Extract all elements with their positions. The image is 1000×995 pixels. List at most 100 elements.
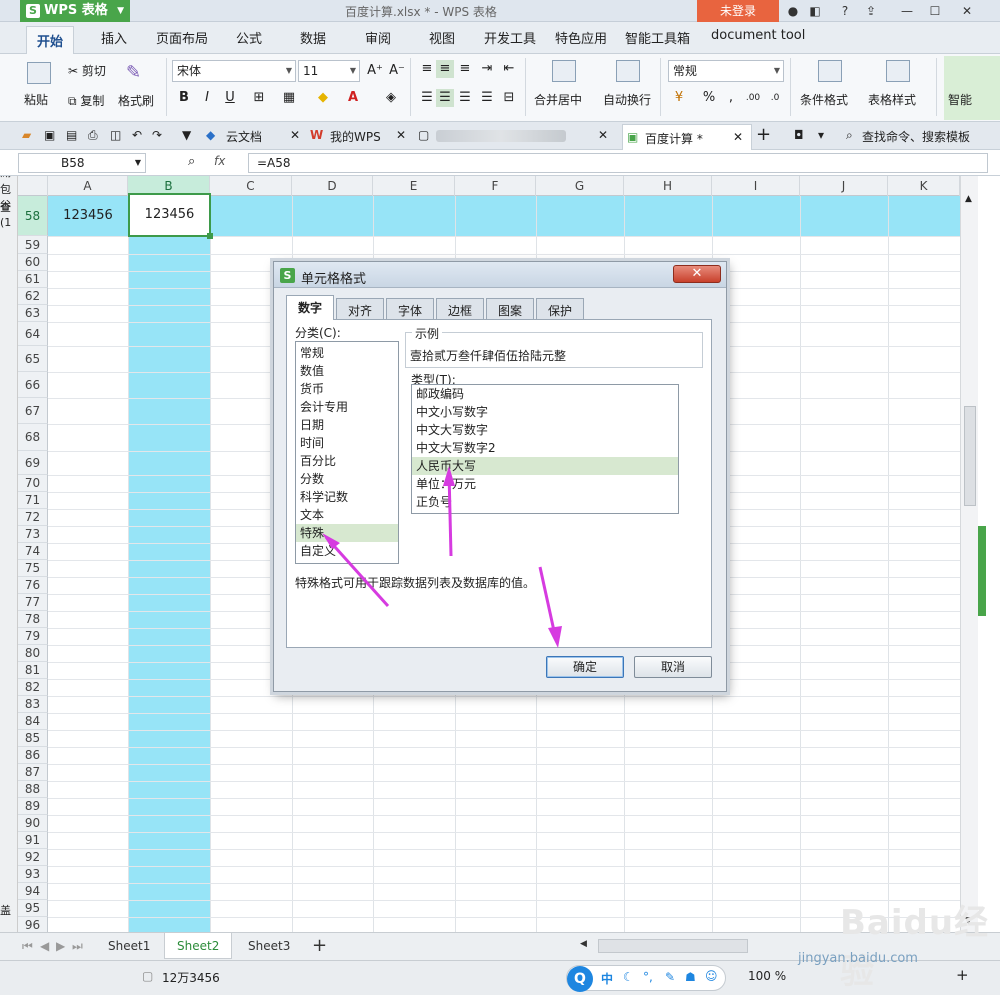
- bold-icon[interactable]: B: [175, 89, 193, 107]
- tab-sheet2[interactable]: Sheet2: [164, 933, 233, 959]
- tab-smart-toolbox[interactable]: 智能工具箱: [625, 28, 690, 47]
- column-header[interactable]: D: [292, 176, 373, 196]
- column-header[interactable]: K: [888, 176, 960, 196]
- category-item[interactable]: 日期: [296, 416, 398, 434]
- align-right-icon[interactable]: ☰: [456, 89, 474, 107]
- moon-icon[interactable]: ☾: [623, 970, 634, 984]
- row-header[interactable]: 91: [18, 832, 48, 849]
- merge-center-button[interactable]: 合并居中: [534, 91, 582, 108]
- new-tab-icon[interactable]: +: [756, 124, 771, 145]
- row-header[interactable]: 63: [18, 305, 48, 322]
- row-header[interactable]: 96: [18, 917, 48, 932]
- punct-icon[interactable]: °,: [643, 970, 653, 984]
- tab-developer[interactable]: 开发工具: [484, 28, 536, 47]
- align-middle-icon[interactable]: ≡: [436, 60, 454, 78]
- zoom-level[interactable]: 100 %: [748, 969, 786, 983]
- row-header[interactable]: 61: [18, 271, 48, 288]
- prev-sheet-icon[interactable]: ◀: [40, 939, 49, 953]
- number-format-select[interactable]: 常规 ▼: [668, 60, 784, 82]
- row-header[interactable]: 86: [18, 747, 48, 764]
- close-icon[interactable]: ✕: [396, 128, 406, 142]
- row-header[interactable]: 85: [18, 730, 48, 747]
- format-painter-button[interactable]: 格式刷: [118, 92, 154, 109]
- vertical-scrollbar[interactable]: ▲ ▼: [960, 176, 978, 932]
- percent-icon[interactable]: %: [700, 89, 718, 107]
- category-item[interactable]: 自定义: [296, 542, 398, 560]
- dialog-tab-border[interactable]: 边框: [436, 298, 484, 319]
- tab-insert[interactable]: 插入: [101, 28, 127, 47]
- restore-icon[interactable]: ⇪: [862, 2, 880, 20]
- merge-style-icon[interactable]: ▦: [280, 89, 298, 107]
- type-item[interactable]: 单位：万元: [412, 475, 678, 493]
- tab-my-wps[interactable]: 我的WPS: [330, 128, 381, 145]
- close-icon[interactable]: ✕: [733, 130, 743, 144]
- thousands-icon[interactable]: ,: [722, 89, 740, 107]
- row-header[interactable]: 88: [18, 781, 48, 798]
- row-header[interactable]: 93: [18, 866, 48, 883]
- row-header[interactable]: 74: [18, 543, 48, 560]
- row-header[interactable]: 84: [18, 713, 48, 730]
- indent-icon[interactable]: ⇥: [478, 60, 496, 78]
- category-item[interactable]: 时间: [296, 434, 398, 452]
- export-pdf-icon[interactable]: ▤: [66, 128, 77, 142]
- tab-sheet1[interactable]: Sheet1: [108, 939, 150, 953]
- row-header[interactable]: 64: [18, 322, 48, 346]
- open-file-icon[interactable]: ▰: [22, 128, 31, 142]
- smart-panel[interactable]: 智能: [944, 56, 1000, 120]
- undo-icon[interactable]: ↶: [132, 128, 142, 142]
- table-style-icon[interactable]: [886, 60, 910, 82]
- tab-data[interactable]: 数据: [300, 28, 326, 47]
- window-list-icon[interactable]: ◘: [794, 128, 804, 142]
- type-item[interactable]: 人民币大写: [412, 457, 678, 475]
- maximize-icon[interactable]: ☐: [926, 2, 944, 20]
- tools-icon[interactable]: ✎: [665, 970, 675, 984]
- category-list[interactable]: 常规 数值 货币 会计专用 日期 时间 百分比 分数 科学记数 文本 特殊 自定义: [295, 341, 399, 564]
- align-center-icon[interactable]: ☰: [436, 89, 454, 107]
- close-icon[interactable]: ✕: [958, 2, 976, 20]
- zoom-search-icon[interactable]: ⌕: [188, 154, 195, 169]
- distribute-icon[interactable]: ⊟: [500, 89, 518, 107]
- row-header[interactable]: 75: [18, 560, 48, 577]
- scroll-up-icon[interactable]: ▲: [965, 194, 972, 204]
- row-header[interactable]: 62: [18, 288, 48, 305]
- italic-icon[interactable]: I: [198, 89, 216, 107]
- row-header[interactable]: 66: [18, 372, 48, 398]
- row-header[interactable]: 80: [18, 645, 48, 662]
- copy-button[interactable]: ⧉ 复制: [68, 92, 104, 109]
- align-top-icon[interactable]: ≡: [418, 60, 436, 78]
- row-header[interactable]: 59: [18, 236, 48, 254]
- underline-icon[interactable]: U: [221, 89, 239, 107]
- cancel-button[interactable]: 取消: [634, 656, 712, 678]
- grow-font-icon[interactable]: A⁺: [366, 62, 384, 80]
- tab-view[interactable]: 视图: [429, 28, 455, 47]
- row-header[interactable]: 89: [18, 798, 48, 815]
- type-item[interactable]: 中文小写数字: [412, 403, 678, 421]
- column-header[interactable]: C: [210, 176, 292, 196]
- help-icon[interactable]: ?: [836, 2, 854, 20]
- ime-mode[interactable]: 中: [601, 970, 613, 987]
- next-sheet-icon[interactable]: ▶: [56, 939, 65, 953]
- login-button[interactable]: 未登录: [697, 0, 779, 22]
- row-header[interactable]: 83: [18, 696, 48, 713]
- column-header[interactable]: E: [373, 176, 455, 196]
- row-header[interactable]: 87: [18, 764, 48, 781]
- fill-handle[interactable]: [207, 233, 213, 239]
- category-item[interactable]: 分数: [296, 470, 398, 488]
- minimize-icon[interactable]: —: [898, 2, 916, 20]
- column-header[interactable]: J: [800, 176, 888, 196]
- paste-button[interactable]: 粘贴: [24, 91, 48, 108]
- font-color-icon[interactable]: A: [344, 89, 362, 107]
- dialog-title-bar[interactable]: S 单元格格式 ✕: [274, 262, 726, 288]
- print-icon[interactable]: ⎙: [88, 128, 98, 143]
- command-search[interactable]: 查找命令、搜索模板: [862, 128, 970, 145]
- conditional-format-icon[interactable]: [818, 60, 842, 82]
- row-header[interactable]: 67: [18, 398, 48, 424]
- row-header[interactable]: 60: [18, 254, 48, 271]
- row-header[interactable]: 92: [18, 849, 48, 866]
- shrink-font-icon[interactable]: A⁻: [388, 62, 406, 80]
- category-item[interactable]: 数值: [296, 362, 398, 380]
- dialog-tab-number[interactable]: 数字: [286, 295, 334, 320]
- row-header[interactable]: 73: [18, 526, 48, 543]
- decrease-decimal-icon[interactable]: .0: [766, 89, 784, 107]
- tab-review[interactable]: 审阅: [365, 28, 391, 47]
